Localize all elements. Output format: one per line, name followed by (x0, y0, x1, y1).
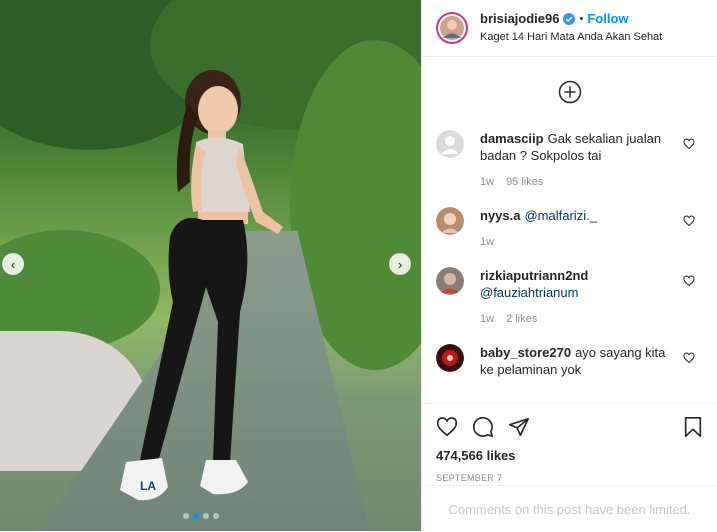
comment-body: baby_store270 ayo sayang kita ke pelamina… (480, 344, 680, 378)
heart-icon[interactable] (683, 138, 695, 150)
comment-button[interactable] (472, 416, 494, 438)
post-side-panel: brisiajodie96 • Follow Kaget 14 Hari Mat… (421, 0, 717, 531)
avatar-image (436, 207, 464, 235)
save-button[interactable] (683, 416, 703, 438)
comment-meta: 1w (480, 234, 680, 251)
next-slide-button[interactable]: › (389, 253, 411, 275)
chevron-right-icon: › (397, 256, 403, 272)
comments-limited-notice: Comments on this post have been limited. (422, 485, 717, 532)
comment-item: nyys.a @malfarizi._ 1w (422, 207, 717, 251)
post-location[interactable]: Kaget 14 Hari Mata Anda Akan Sehat (480, 29, 662, 45)
comment-mention[interactable]: @fauziahtrianum (480, 285, 578, 300)
carousel-dot (213, 513, 219, 519)
bookmark-icon (684, 417, 702, 437)
action-icons-row (436, 412, 703, 442)
comment-username[interactable]: nyys.a (480, 208, 520, 223)
like-button[interactable] (436, 416, 458, 438)
comment-body: damasciip Gak sekalian jualan badan ? Sok… (480, 130, 680, 191)
comment-username[interactable]: rizkiaputriann2nd (480, 268, 588, 283)
default-avatar-icon (436, 130, 464, 158)
avatar-image (436, 267, 464, 295)
post-date[interactable]: SEPTEMBER 7 (436, 473, 703, 483)
separator-dot: • (579, 13, 584, 25)
chevron-left-icon: ‹ (10, 256, 16, 272)
woman-figure: LA (120, 70, 283, 501)
avatar-image (436, 344, 464, 372)
commenter-avatar[interactable] (436, 207, 464, 235)
comment-username[interactable]: baby_store270 (480, 345, 571, 360)
prev-slide-button[interactable]: ‹ (2, 253, 24, 275)
header-row: brisiajodie96 • Follow (480, 11, 662, 27)
comment-username[interactable]: damasciip (480, 131, 544, 146)
commenter-avatar[interactable] (436, 344, 464, 372)
comment-item: baby_store270 ayo sayang kita ke pelamina… (422, 344, 717, 378)
carousel-dot (203, 513, 209, 519)
heart-icon (436, 417, 458, 437)
load-more-comments[interactable] (422, 60, 717, 130)
svg-text:LA: LA (140, 479, 156, 493)
plus-circle-icon (558, 80, 581, 104)
author-username[interactable]: brisiajodie96 (480, 11, 559, 27)
comment-meta: 1w 95 likes (480, 174, 680, 191)
comment-mention[interactable]: @malfarizi._ (524, 208, 596, 223)
carousel-indicator (183, 513, 219, 519)
follow-button[interactable]: Follow (587, 11, 628, 27)
instagram-post: LA ‹ › brisiajodie96 • Follow Kaget 14 H… (0, 0, 717, 531)
avatar-image (436, 12, 468, 44)
verified-badge-icon (563, 13, 576, 25)
comment-item: damasciip Gak sekalian jualan badan ? Sok… (422, 130, 717, 191)
post-media[interactable]: LA ‹ › (0, 0, 421, 531)
heart-icon[interactable] (683, 215, 695, 227)
comment-body: nyys.a @malfarizi._ 1w (480, 207, 680, 251)
comments-list[interactable]: damasciip Gak sekalian jualan badan ? Sok… (422, 60, 717, 402)
comment-likes[interactable]: 95 likes (506, 174, 543, 191)
commenter-avatar[interactable] (436, 130, 464, 158)
comment-time[interactable]: 1w (480, 311, 494, 328)
comment-meta: 1w 2 likes (480, 311, 680, 328)
comment-item: rizkiaputriann2nd @fauziahtrianum 1w 2 li… (422, 267, 717, 328)
heart-icon[interactable] (683, 275, 695, 287)
author-avatar[interactable] (436, 12, 468, 44)
comment-body: rizkiaputriann2nd @fauziahtrianum 1w 2 li… (480, 267, 680, 328)
share-button[interactable] (508, 416, 530, 438)
speech-bubble-icon (472, 416, 493, 437)
post-actions: 474,566 likes SEPTEMBER 7 (422, 403, 717, 483)
header-text: brisiajodie96 • Follow Kaget 14 Hari Mat… (480, 11, 662, 45)
carousel-dot (183, 513, 189, 519)
comment-time[interactable]: 1w (480, 174, 494, 191)
post-header: brisiajodie96 • Follow Kaget 14 Hari Mat… (422, 0, 717, 57)
commenter-avatar[interactable] (436, 267, 464, 295)
heart-icon[interactable] (683, 352, 695, 364)
comment-time[interactable]: 1w (480, 234, 494, 251)
comment-likes[interactable]: 2 likes (506, 311, 537, 328)
paper-plane-icon (509, 417, 529, 437)
likes-count[interactable]: 474,566 likes (436, 448, 703, 463)
carousel-dot-active (193, 513, 199, 519)
